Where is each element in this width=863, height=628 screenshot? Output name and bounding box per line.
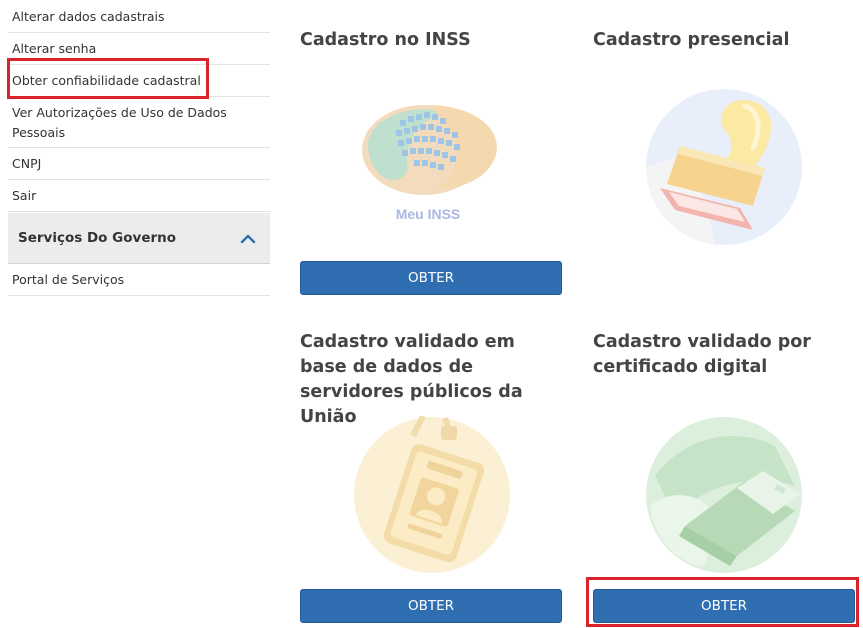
sidebar: Alterar dados cadastrais Alterar senha O… (8, 0, 270, 296)
card-title-certificado: Cadastro validado por certificado digita… (593, 332, 811, 377)
chevron-up-icon[interactable] (240, 231, 256, 245)
obter-button-servidores[interactable]: OBTER (300, 589, 562, 623)
menu-item-alterar-senha[interactable]: Alterar senha (8, 33, 270, 65)
menu-item-sair[interactable]: Sair (8, 180, 270, 212)
menu-item-alterar-dados[interactable]: Alterar dados cadastrais (8, 0, 270, 33)
card-title-inss: Cadastro no INSS (300, 30, 471, 50)
card-title-servidores: Cadastro validado em base de dados de se… (300, 332, 523, 427)
meu-inss-logo-text: Meu INSS (396, 206, 461, 222)
meu-inss-logo-icon: Meu INSS (362, 105, 497, 222)
menu-item-obter-confiabilidade[interactable]: Obter confiabilidade cadastral (8, 65, 270, 97)
stamp-icon (646, 89, 802, 245)
obter-button-inss[interactable]: OBTER (300, 261, 562, 295)
section-header-servicos-governo[interactable]: Serviços Do Governo (8, 213, 270, 264)
usb-token-icon (646, 417, 802, 573)
section-title: Serviços Do Governo (18, 230, 177, 246)
id-badge-icon (354, 416, 510, 573)
menu-item-cnpj[interactable]: CNPJ (8, 148, 270, 180)
card-title-presencial: Cadastro presencial (593, 30, 790, 50)
menu-item-portal-servicos[interactable]: Portal de Serviços (8, 264, 270, 296)
menu-item-autorizacoes[interactable]: Ver Autorizações de Uso de Dados Pessoai… (8, 97, 270, 148)
obter-button-certificado[interactable]: OBTER (593, 589, 855, 623)
